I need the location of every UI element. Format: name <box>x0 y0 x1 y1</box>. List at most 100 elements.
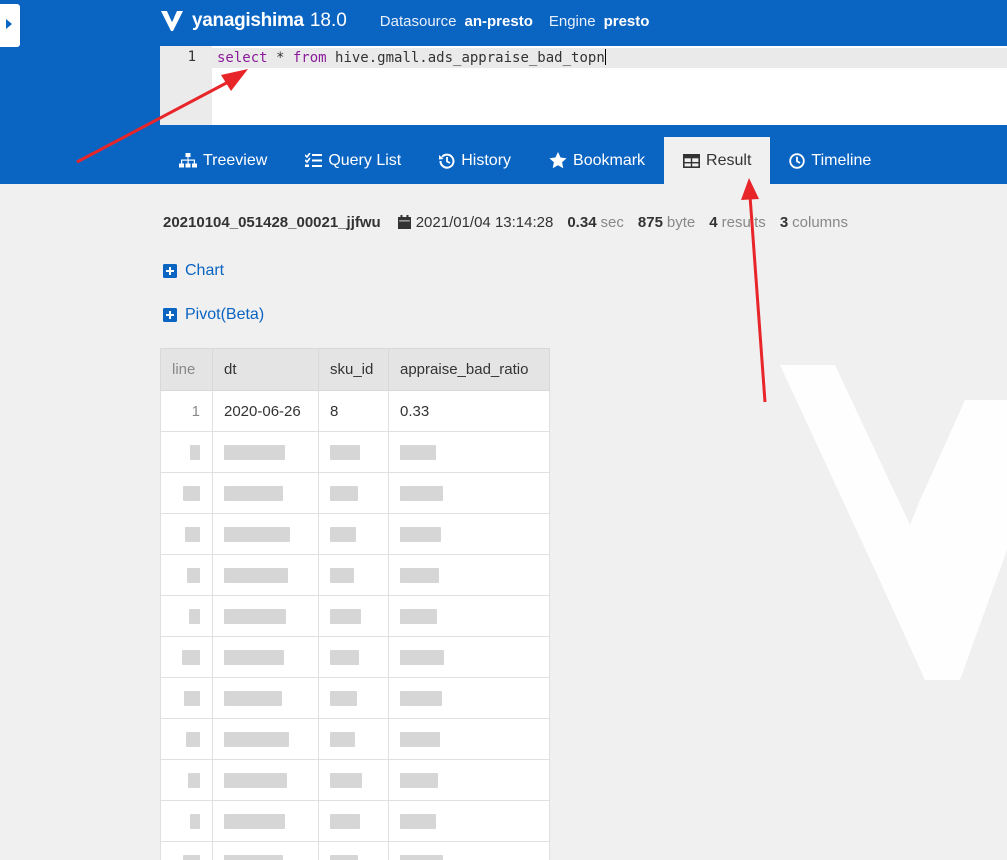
obscured-cell <box>318 472 389 514</box>
tab-query-list[interactable]: Query List <box>286 137 420 184</box>
obscured-cell <box>160 595 213 637</box>
main-tabs: Treeview Query List History Bookmark Res… <box>160 137 890 184</box>
tab-label: History <box>461 151 512 169</box>
datasource-label: Datasource <box>379 12 457 30</box>
query-text[interactable]: select * from hive.gmall.ads_appraise_ba… <box>217 49 606 66</box>
line-number: 1 <box>187 49 196 65</box>
obscured-cell <box>318 677 389 719</box>
tab-label: Timeline <box>811 151 872 169</box>
tab-history[interactable]: History <box>420 137 530 184</box>
query-datetime-wrap: 2021/01/04 13:14:28 <box>397 213 554 231</box>
query-editor[interactable]: 1 select * from hive.gmall.ads_appraise_… <box>160 46 1007 125</box>
obscured-cell <box>212 595 319 637</box>
query-datetime: 2021/01/04 13:14:28 <box>415 213 554 231</box>
star-icon <box>549 152 567 169</box>
obscured-cell <box>388 800 550 842</box>
table-icon <box>683 153 701 168</box>
size-value: 875 <box>637 213 663 231</box>
clock-icon <box>789 152 806 169</box>
chart-toggle-label: Chart <box>185 262 225 279</box>
tab-label: Result <box>706 151 752 169</box>
obscured-table-row <box>160 636 550 678</box>
tab-label: Treeview <box>203 151 268 169</box>
obscured-cell <box>212 718 319 760</box>
header-dt[interactable]: dt <box>212 348 319 391</box>
obscured-table-row <box>160 718 550 760</box>
obscured-cell <box>388 472 550 514</box>
obscured-cell <box>388 554 550 596</box>
cell-appraise-bad-ratio[interactable]: 0.33 <box>388 390 550 432</box>
list-icon <box>305 153 323 167</box>
tab-treeview[interactable]: Treeview <box>160 137 286 184</box>
history-icon <box>439 153 455 169</box>
obscured-cell <box>212 677 319 719</box>
results-value: 4 <box>709 213 718 231</box>
obscured-table-row <box>160 800 550 842</box>
tab-label: Bookmark <box>573 151 646 169</box>
obscured-cell <box>318 718 389 760</box>
header-appraise-bad-ratio[interactable]: appraise_bad_ratio <box>388 348 550 391</box>
brand[interactable]: yanagishima 18.0 Datasource an-presto En… <box>160 8 649 34</box>
app-header: yanagishima 18.0 Datasource an-presto En… <box>0 0 1007 184</box>
header-line[interactable]: line <box>160 348 213 391</box>
obscured-cell <box>212 759 319 801</box>
chart-toggle[interactable]: Chart <box>163 262 224 280</box>
columns-value: 3 <box>779 213 789 231</box>
result-meta: 20210104_051428_00021_jjfwu 2021/01/04 1… <box>163 211 848 233</box>
datasource-value[interactable]: an-presto <box>465 13 533 30</box>
obscured-cell <box>160 472 213 514</box>
app-version: 18.0 <box>309 10 347 31</box>
obscured-cell <box>160 513 213 555</box>
tab-bookmark[interactable]: Bookmark <box>530 137 664 184</box>
obscured-table-row <box>160 677 550 719</box>
obscured-cell <box>388 595 550 637</box>
query-fragment: * <box>267 50 293 66</box>
editor-gutter: 1 <box>160 46 212 125</box>
caret-right-icon <box>6 19 12 29</box>
tab-result[interactable]: Result <box>664 137 771 184</box>
elapsed-unit: sec <box>600 213 624 231</box>
obscured-cell <box>160 841 213 860</box>
elapsed-value: 0.34 <box>567 213 597 231</box>
pivot-toggle[interactable]: Pivot(Beta) <box>163 306 264 324</box>
obscured-cell <box>318 595 389 637</box>
obscured-cell <box>212 431 319 473</box>
cell-dt[interactable]: 2020-06-26 <box>212 390 319 432</box>
obscured-cell <box>388 841 550 860</box>
cell-line: 1 <box>160 390 213 432</box>
yanagishima-logo-icon <box>161 11 183 31</box>
table-header-row: line dt sku_id appraise_bad_ratio <box>160 348 550 391</box>
obscured-cell <box>160 800 213 842</box>
obscured-cell <box>212 554 319 596</box>
results-unit: results <box>721 213 766 231</box>
keyword-from: from <box>292 50 327 66</box>
obscured-cell <box>388 513 550 555</box>
engine-value[interactable]: presto <box>604 13 650 30</box>
size-unit: byte <box>666 213 696 231</box>
query-table-name: hive.gmall.ads_appraise_bad_topn <box>326 50 605 66</box>
calendar-icon <box>397 214 411 229</box>
keyword-select: select <box>217 50 268 66</box>
obscured-cell <box>388 759 550 801</box>
obscured-table-row <box>160 431 550 473</box>
obscured-cell <box>160 431 213 473</box>
sidebar-toggle-button[interactable] <box>0 4 20 47</box>
obscured-cell <box>318 636 389 678</box>
watermark-logo-icon <box>780 365 1007 680</box>
obscured-cell <box>318 554 389 596</box>
obscured-cell <box>212 472 319 514</box>
obscured-cell <box>388 636 550 678</box>
cell-sku-id[interactable]: 8 <box>318 390 389 432</box>
tab-timeline[interactable]: Timeline <box>770 137 890 184</box>
pivot-toggle-label: Pivot(Beta) <box>185 306 265 323</box>
obscured-table-row <box>160 472 550 514</box>
tab-label: Query List <box>328 151 402 169</box>
table-row: 1 2020-06-26 8 0.33 <box>160 390 550 432</box>
query-id[interactable]: 20210104_051428_00021_jjfwu <box>163 214 381 231</box>
header-sku-id[interactable]: sku_id <box>318 348 389 391</box>
obscured-cell <box>388 718 550 760</box>
obscured-cell <box>388 677 550 719</box>
plus-square-icon <box>163 264 177 278</box>
obscured-cell <box>160 636 213 678</box>
obscured-cell <box>212 513 319 555</box>
